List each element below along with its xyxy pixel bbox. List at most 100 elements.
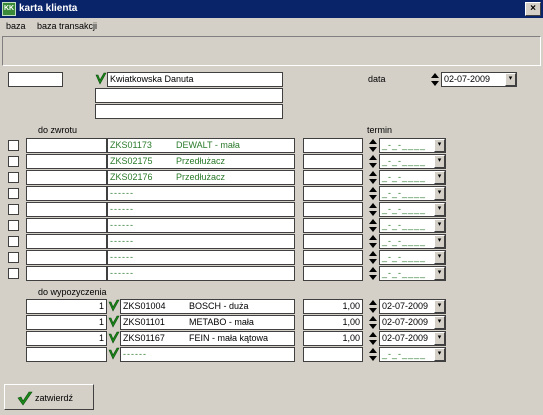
- return-row-checkbox[interactable]: [8, 188, 19, 199]
- return-row-qty-field[interactable]: [26, 170, 107, 185]
- return-row-price-field[interactable]: [303, 154, 363, 169]
- rental-row-qty-field[interactable]: [26, 347, 107, 362]
- rental-row-date-spin-icon[interactable]: [368, 331, 378, 346]
- return-row-date-picker[interactable]: _-_-____ ▾: [379, 138, 446, 153]
- return-row-qty-field[interactable]: [26, 250, 107, 265]
- rental-row-date-picker[interactable]: 02-07-2009 ▾: [379, 315, 446, 330]
- date-picker[interactable]: 02-07-2009 ▾: [441, 72, 517, 87]
- rental-row-qty-field[interactable]: 1: [26, 331, 107, 346]
- return-row-checkbox[interactable]: [8, 268, 19, 279]
- rental-row-date-picker[interactable]: 02-07-2009 ▾: [379, 299, 446, 314]
- return-row-item-field[interactable]: ------: [107, 266, 295, 281]
- rental-row-check-icon[interactable]: [108, 331, 120, 345]
- return-row-price-field[interactable]: [303, 170, 363, 185]
- rental-row-price-field[interactable]: [303, 347, 363, 362]
- rental-row-item-field[interactable]: ZKS01101 METABO - mała: [120, 315, 295, 330]
- return-row-checkbox[interactable]: [8, 140, 19, 151]
- return-row-date-picker-dropdown-button[interactable]: ▾: [434, 203, 445, 216]
- return-row-qty-field[interactable]: [26, 234, 107, 249]
- rental-row-date-picker-dropdown-button[interactable]: ▾: [434, 348, 445, 361]
- return-row-date-spin-icon[interactable]: [368, 202, 378, 217]
- date-dropdown-button[interactable]: ▾: [505, 73, 516, 86]
- return-row-price-field[interactable]: [303, 138, 363, 153]
- client-check-icon[interactable]: [95, 72, 107, 86]
- rental-row-price-field[interactable]: 1,00: [303, 315, 363, 330]
- return-row-date-picker-dropdown-button[interactable]: ▾: [434, 187, 445, 200]
- return-row-date-spin-icon[interactable]: [368, 186, 378, 201]
- return-row-item-field[interactable]: ------: [107, 218, 295, 233]
- close-button[interactable]: ×: [525, 2, 541, 16]
- return-row-date-spin-icon[interactable]: [368, 170, 378, 185]
- client-name-field[interactable]: Kwiatkowska Danuta: [107, 72, 283, 87]
- rental-row-item-field[interactable]: ZKS01167 FEIN - mała kątowa: [120, 331, 295, 346]
- client-address-line2[interactable]: [95, 104, 283, 119]
- client-address-line1[interactable]: [95, 88, 283, 103]
- return-row-checkbox[interactable]: [8, 172, 19, 183]
- return-row-date-picker[interactable]: _-_-____ ▾: [379, 266, 446, 281]
- return-row-date-spin-icon[interactable]: [368, 218, 378, 233]
- rental-row-date-picker[interactable]: 02-07-2009 ▾: [379, 331, 446, 346]
- rental-row-date-picker-dropdown-button[interactable]: ▾: [434, 316, 445, 329]
- return-row-checkbox[interactable]: [8, 220, 19, 231]
- return-row-date-spin-icon[interactable]: [368, 154, 378, 169]
- return-row-date-picker[interactable]: _-_-____ ▾: [379, 202, 446, 217]
- rental-row-date-picker-dropdown-button[interactable]: ▾: [434, 300, 445, 313]
- return-row-date-spin-icon[interactable]: [368, 234, 378, 249]
- return-row-qty-field[interactable]: [26, 202, 107, 217]
- rental-row-check-icon[interactable]: [108, 347, 120, 361]
- return-row-date-picker-dropdown-button[interactable]: ▾: [434, 139, 445, 152]
- return-row-date-picker[interactable]: _-_-____ ▾: [379, 170, 446, 185]
- title-bar[interactable]: KK karta klienta ×: [0, 0, 543, 18]
- return-row-checkbox[interactable]: [8, 252, 19, 263]
- return-row-date-spin-icon[interactable]: [368, 250, 378, 265]
- rental-row-item-field[interactable]: ZKS01004 BOSCH - duża: [120, 299, 295, 314]
- return-row-checkbox[interactable]: [8, 156, 19, 167]
- rental-row-price-field[interactable]: 1,00: [303, 331, 363, 346]
- return-row-date-picker-dropdown-button[interactable]: ▾: [434, 251, 445, 264]
- return-row-qty-field[interactable]: [26, 154, 107, 169]
- return-row-checkbox[interactable]: [8, 204, 19, 215]
- rental-row-date-spin-icon[interactable]: [368, 299, 378, 314]
- return-row-qty-field[interactable]: [26, 266, 107, 281]
- return-row-date-picker[interactable]: _-_-____ ▾: [379, 218, 446, 233]
- return-row-item-field[interactable]: ZKS01173 DEWALT - mała: [107, 138, 295, 153]
- return-row-date-picker-dropdown-button[interactable]: ▾: [434, 155, 445, 168]
- return-row-date-picker[interactable]: _-_-____ ▾: [379, 234, 446, 249]
- return-row-qty-field[interactable]: [26, 186, 107, 201]
- rental-row-qty-field[interactable]: 1: [26, 315, 107, 330]
- return-row-date-picker-dropdown-button[interactable]: ▾: [434, 171, 445, 184]
- return-row-checkbox[interactable]: [8, 236, 19, 247]
- return-row-price-field[interactable]: [303, 218, 363, 233]
- return-row-date-spin-icon[interactable]: [368, 266, 378, 281]
- return-row-price-field[interactable]: [303, 186, 363, 201]
- return-row-date-picker[interactable]: _-_-____ ▾: [379, 154, 446, 169]
- return-row-date-picker-dropdown-button[interactable]: ▾: [434, 267, 445, 280]
- rental-row-check-icon[interactable]: [108, 315, 120, 329]
- rental-row-date-spin-icon[interactable]: [368, 347, 378, 362]
- return-row-price-field[interactable]: [303, 250, 363, 265]
- return-row-date-spin-icon[interactable]: [368, 138, 378, 153]
- return-row-price-field[interactable]: [303, 202, 363, 217]
- rental-row-date-spin-icon[interactable]: [368, 315, 378, 330]
- menu-baza[interactable]: baza: [6, 20, 26, 32]
- return-row-qty-field[interactable]: [26, 138, 107, 153]
- return-row-item-field[interactable]: ------: [107, 202, 295, 217]
- return-row-price-field[interactable]: [303, 266, 363, 281]
- rental-row-qty-field[interactable]: 1: [26, 299, 107, 314]
- return-row-price-field[interactable]: [303, 234, 363, 249]
- return-row-item-field[interactable]: ------: [107, 186, 295, 201]
- return-row-date-picker-dropdown-button[interactable]: ▾: [434, 235, 445, 248]
- return-row-date-picker[interactable]: _-_-____ ▾: [379, 186, 446, 201]
- return-row-item-field[interactable]: ------: [107, 234, 295, 249]
- return-row-item-field[interactable]: ZKS02176 Przedłużacz: [107, 170, 295, 185]
- rental-row-check-icon[interactable]: [108, 299, 120, 313]
- client-id-field[interactable]: [8, 72, 63, 87]
- return-row-date-picker[interactable]: _-_-____ ▾: [379, 250, 446, 265]
- menu-baza-transakcji[interactable]: baza transakcji: [37, 20, 97, 32]
- rental-row-date-picker[interactable]: _-_-____ ▾: [379, 347, 446, 362]
- rental-row-price-field[interactable]: 1,00: [303, 299, 363, 314]
- return-row-item-field[interactable]: ZKS02175 Przedłużacz: [107, 154, 295, 169]
- rental-row-item-field[interactable]: ------: [120, 347, 295, 362]
- return-row-item-field[interactable]: ------: [107, 250, 295, 265]
- return-row-date-picker-dropdown-button[interactable]: ▾: [434, 219, 445, 232]
